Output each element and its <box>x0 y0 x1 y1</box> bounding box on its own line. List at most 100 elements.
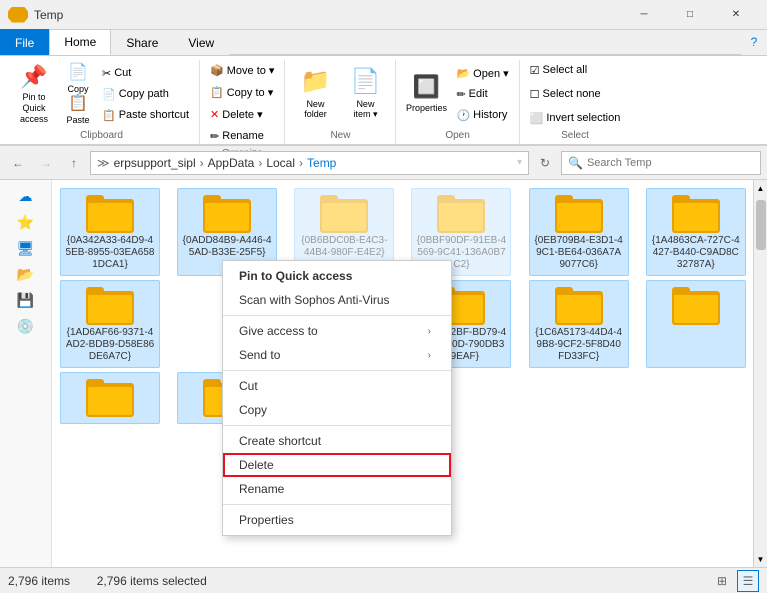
file-item[interactable]: {1AD6AF66-9371-4AD2-BDB9-D58E86DE6A7C} <box>60 280 160 368</box>
path-part-temp[interactable]: Temp <box>307 156 336 170</box>
folder-icon <box>437 193 485 233</box>
select-content: ☑Select all ☐Select none ⬜Invert selecti… <box>526 60 625 128</box>
copy-path-button[interactable]: 📄Copy path <box>98 84 193 104</box>
ctx-create-shortcut[interactable]: Create shortcut <box>223 429 451 453</box>
new-folder-button[interactable]: 📁 Newfolder <box>291 61 339 127</box>
nav-desktop[interactable]: 🖥 <box>4 236 48 260</box>
status-bar-right: ⊞ ☰ <box>711 570 759 592</box>
folder-icon <box>203 193 251 233</box>
delete-ribbon-button[interactable]: ✕Delete ▾ <box>206 104 267 124</box>
paste-button[interactable]: 📋 Paste <box>60 95 96 125</box>
tab-file[interactable]: File <box>0 29 49 55</box>
scroll-up-button[interactable]: ▲ <box>754 180 767 196</box>
file-item[interactable]: {1A4863CA-727C-4427-B440-C9AD8C32787A} <box>646 188 746 276</box>
edit-button[interactable]: ✏Edit <box>452 84 512 104</box>
folder-icon <box>86 285 134 325</box>
folder-icon <box>555 285 603 325</box>
title-bar: Temp ─ □ ✕ <box>0 0 767 30</box>
pin-quick-access-button[interactable]: 📌 Pin to Quickaccess <box>10 61 58 127</box>
scroll-down-button[interactable]: ▼ <box>754 551 767 567</box>
folder-icon <box>555 193 603 233</box>
nav-drives[interactable]: 💾 <box>4 288 48 312</box>
view-grid-button[interactable]: ⊞ <box>711 570 733 592</box>
folder-icon <box>320 193 368 233</box>
ribbon-group-open: 🔲 Properties 📂Open ▾ ✏Edit 🕐History Open <box>396 60 519 144</box>
path-part-appdata[interactable]: AppData <box>208 156 255 170</box>
ctx-arrow-give-access: › <box>428 326 431 337</box>
refresh-button[interactable]: ↻ <box>533 151 557 175</box>
nav-documents[interactable]: 📂 <box>4 262 48 286</box>
tab-home[interactable]: Home <box>49 29 111 55</box>
file-item[interactable] <box>60 372 160 424</box>
file-item[interactable]: {0A342A33-64D9-45EB-8955-03EA6581DCA1} <box>60 188 160 276</box>
title-bar-title: Temp <box>34 8 621 22</box>
search-input[interactable] <box>587 157 754 169</box>
folder-icon <box>672 193 720 233</box>
ctx-give-access[interactable]: Give access to › <box>223 319 451 343</box>
status-bar: 2,796 items 2,796 items selected ⊞ ☰ <box>0 567 767 593</box>
ctx-send-to[interactable]: Send to › <box>223 343 451 367</box>
tab-view[interactable]: View <box>173 29 229 55</box>
copy-to-button[interactable]: 📋Copy to ▾ <box>206 82 277 102</box>
search-box[interactable]: 🔍 <box>561 151 761 175</box>
new-label: New <box>291 128 389 144</box>
ctx-rename[interactable]: Rename <box>223 477 451 501</box>
clipboard-content: 📌 Pin to Quickaccess 📄 Copy 📋 Paste ✂Cut… <box>10 60 193 128</box>
move-to-button[interactable]: 📦Move to ▾ <box>206 60 278 80</box>
path-part-local[interactable]: Local <box>266 156 295 170</box>
properties-button[interactable]: 🔲 Properties <box>402 61 450 127</box>
new-content: 📁 Newfolder 📄 Newitem ▾ <box>291 60 389 128</box>
open-small-buttons: 📂Open ▾ ✏Edit 🕐History <box>452 63 512 125</box>
minimize-button[interactable]: ─ <box>621 0 667 30</box>
path-dropdown-arrow[interactable]: ▾ <box>517 157 522 168</box>
copy-button[interactable]: 📄 Copy <box>60 64 96 94</box>
ctx-properties[interactable]: Properties <box>223 508 451 532</box>
ctx-delete[interactable]: Delete <box>223 453 451 477</box>
ctx-pin-quick-access[interactable]: Pin to Quick access <box>223 264 451 288</box>
rename-button[interactable]: ✏Rename <box>206 126 268 146</box>
select-none-button[interactable]: ☐Select none <box>526 84 605 104</box>
vertical-scrollbar[interactable]: ▲ ▼ <box>753 180 767 567</box>
maximize-button[interactable]: □ <box>667 0 713 30</box>
tab-share[interactable]: Share <box>111 29 173 55</box>
ctx-scan-antivirus[interactable]: Scan with Sophos Anti-Virus <box>223 288 451 312</box>
scrollbar-thumb[interactable] <box>756 200 766 250</box>
nav-favorites[interactable]: ⭐ <box>4 210 48 234</box>
ctx-separator-1 <box>223 315 451 316</box>
status-item-count: 2,796 items <box>8 574 70 588</box>
nav-network[interactable]: 💿 <box>4 314 48 338</box>
history-button[interactable]: 🕐History <box>452 105 512 125</box>
help-button[interactable]: ? <box>741 29 767 55</box>
ribbon-group-clipboard: 📌 Pin to Quickaccess 📄 Copy 📋 Paste ✂Cut… <box>4 60 200 144</box>
file-item[interactable]: {0EB709B4-E3D1-49C1-BE64-036A7A9077C6} <box>529 188 629 276</box>
select-all-button[interactable]: ☑Select all <box>526 60 592 80</box>
ribbon-group-select: ☑Select all ☐Select none ⬜Invert selecti… <box>520 60 631 144</box>
up-button[interactable]: ↑ <box>62 151 86 175</box>
close-button[interactable]: ✕ <box>713 0 759 30</box>
organize-content: 📦Move to ▾ 📋Copy to ▾ ✕Delete ▾ ✏Rename <box>206 60 278 146</box>
cut-button[interactable]: ✂Cut <box>98 63 193 83</box>
new-item-button[interactable]: 📄 Newitem ▾ <box>341 61 389 127</box>
back-button[interactable]: ← <box>6 151 30 175</box>
paste-shortcut-button[interactable]: 📋Paste shortcut <box>98 105 193 125</box>
address-bar: ← → ↑ ≫ erpsupport_sipl › AppData › Loca… <box>0 146 767 180</box>
open-button[interactable]: 📂Open ▾ <box>452 63 512 83</box>
status-selected-count: 2,796 items selected <box>97 574 207 588</box>
view-list-button[interactable]: ☰ <box>737 570 759 592</box>
forward-button[interactable]: → <box>34 151 58 175</box>
ribbon-group-organize: 📦Move to ▾ 📋Copy to ▾ ✕Delete ▾ ✏Rename … <box>200 60 285 144</box>
address-path[interactable]: ≫ erpsupport_sipl › AppData › Local › Te… <box>90 151 529 175</box>
ribbon-group-new: 📁 Newfolder 📄 Newitem ▾ New <box>285 60 396 144</box>
select-label: Select <box>526 128 625 144</box>
invert-selection-button[interactable]: ⬜Invert selection <box>526 108 625 128</box>
ctx-copy[interactable]: Copy <box>223 398 451 422</box>
file-item[interactable]: {1C6A5173-44D4-49B8-9CF2-5F8D40FD33FC} <box>529 280 629 368</box>
title-bar-buttons: ─ □ ✕ <box>621 0 759 30</box>
ctx-cut[interactable]: Cut <box>223 374 451 398</box>
file-area: {0A342A33-64D9-45EB-8955-03EA6581DCA1} {… <box>52 180 767 567</box>
ribbon-tabs: File Home Share View ? <box>0 30 767 56</box>
nav-onedrive[interactable]: ☁ <box>4 184 48 208</box>
path-part-erpsupport[interactable]: erpsupport_sipl <box>114 156 196 170</box>
ctx-arrow-send-to: › <box>428 350 431 361</box>
file-item[interactable] <box>646 280 746 368</box>
